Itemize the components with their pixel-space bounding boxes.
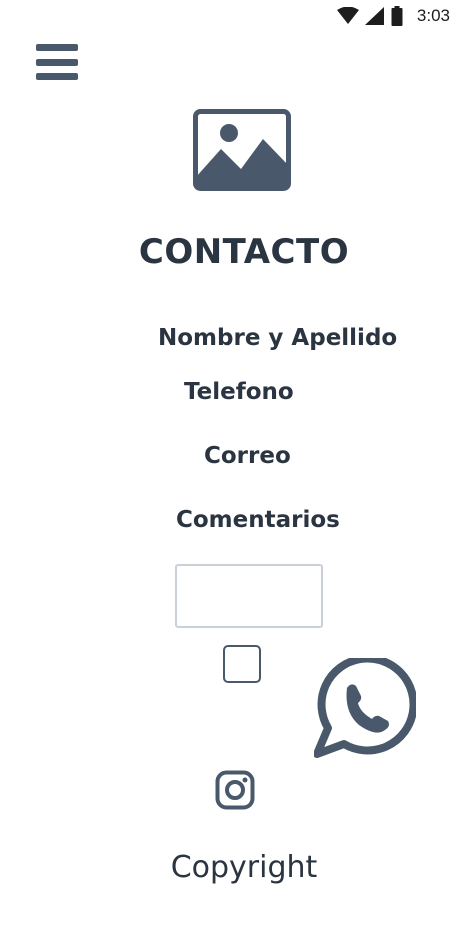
image-placeholder-icon (193, 109, 291, 191)
email-label: Correo (204, 443, 291, 469)
name-label: Nombre y Apellido (158, 325, 398, 351)
status-bar: 3:03 (0, 0, 472, 34)
phone-label: Telefono (184, 379, 294, 405)
menu-bar (36, 58, 78, 66)
menu-bar (36, 44, 78, 51)
hamburger-menu-icon[interactable] (36, 44, 78, 80)
status-time: 3:03 (416, 6, 450, 25)
comments-label: Comentarios (176, 507, 340, 533)
signal-icon (364, 7, 384, 25)
checkbox[interactable] (223, 645, 261, 683)
menu-bar (36, 73, 78, 80)
comments-input[interactable] (175, 564, 323, 628)
battery-icon (391, 6, 403, 26)
wifi-icon (336, 7, 359, 24)
whatsapp-icon[interactable] (314, 658, 416, 758)
copyright-text: Copyright (170, 850, 318, 885)
instagram-icon[interactable] (215, 770, 255, 810)
page-title: CONTACTO (138, 232, 350, 272)
status-icons: 3:03 (336, 6, 450, 26)
